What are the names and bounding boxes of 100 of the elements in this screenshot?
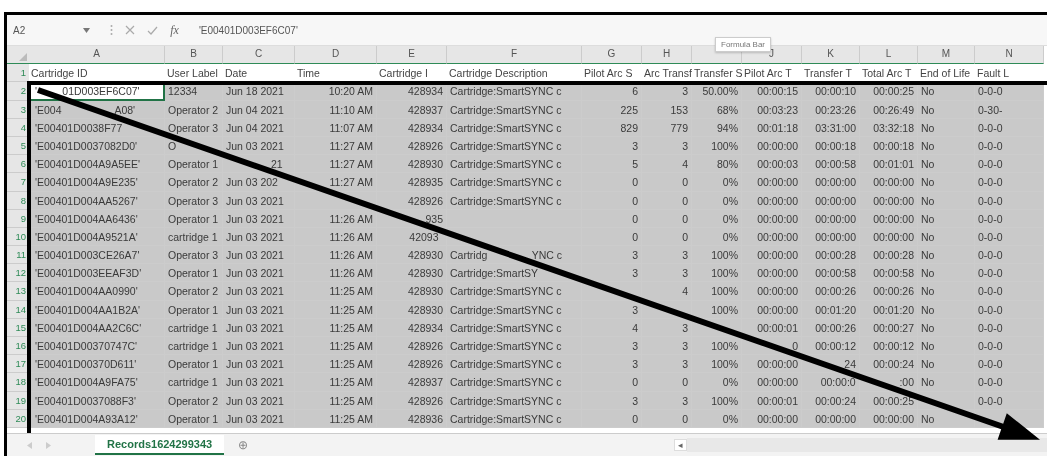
table-cell: 00:00:58: [802, 155, 860, 174]
table-cell: 100%: [692, 337, 742, 356]
table-cell: 0-0-0: [975, 264, 1044, 283]
cell-text: 'E004: [35, 103, 62, 116]
table-cell: 3: [582, 355, 642, 374]
cell-text: 935: [425, 212, 443, 225]
row-header[interactable]: 11: [7, 246, 29, 265]
scroll-left-button[interactable]: ◂: [674, 439, 687, 451]
cell-text: ': [35, 85, 37, 98]
cell-text: 01D003EF6C07': [62, 84, 140, 100]
table-cell: 0: [642, 373, 692, 392]
table-cell: 00:00:00: [802, 173, 860, 192]
column-header[interactable]: L: [860, 46, 918, 65]
horizontal-scrollbar[interactable]: [687, 438, 1047, 452]
table-cell: 11:26 AM: [295, 246, 377, 265]
table-cell: 0-0-0: [975, 355, 1044, 374]
formula-field[interactable]: 'E00401D003EF6C07': [190, 24, 1047, 36]
table-cell: Cartridge:SmartSYNC c: [447, 355, 582, 374]
table-cell: Operator 1: [165, 264, 223, 283]
column-header[interactable]: B: [165, 46, 223, 65]
table-cell: 11:27 AM: [295, 155, 377, 174]
new-sheet-button[interactable]: ⊕: [238, 438, 249, 452]
table-cell: 00:00:58: [860, 264, 918, 283]
table-cell: Operator 1: [165, 355, 223, 374]
column-header[interactable]: N: [975, 46, 1044, 65]
row-header[interactable]: 17: [7, 355, 29, 374]
table-cell: cartridge 1: [165, 337, 223, 356]
table-cell: 0-0-0: [975, 173, 1044, 192]
table-cell: 3: [642, 337, 692, 356]
table-cell: 00:00:24: [860, 355, 918, 374]
table-cell: 'E00401D004AA0990': [29, 282, 165, 301]
name-box[interactable]: A2: [13, 24, 99, 36]
grip-icon: [110, 24, 114, 36]
table-cell: 00:00:00: [742, 373, 802, 392]
table-cell: 11:25 AM: [295, 355, 377, 374]
table-cell: 11:25 AM: [295, 373, 377, 392]
cell-text: A08': [114, 102, 136, 118]
table-cell: 0-0-0: [975, 282, 1044, 301]
table-cell: 4: [642, 282, 692, 301]
table-cell: 'E00401D004A9E235': [29, 173, 165, 192]
table-cell: 11:25 AM: [295, 282, 377, 301]
table-cell: Cartridge:SmartSYNC c: [447, 173, 582, 192]
table-cell: 00:00:00: [742, 264, 802, 283]
cell-text: Cartridge:SmartSY: [450, 267, 539, 280]
cancel-icon[interactable]: [125, 25, 136, 35]
table-cell: 428935: [377, 173, 447, 192]
table-cell: 428930: [377, 155, 447, 174]
table-cell: 'E00401D004A9FA75': [29, 373, 165, 392]
column-header[interactable]: A: [29, 46, 165, 65]
table-cell: 00:00:03: [742, 155, 802, 174]
table-cell: Jun 03 2021: [223, 355, 295, 374]
table-cell: Operator 2: [165, 282, 223, 301]
column-header[interactable]: H: [642, 46, 692, 65]
row-header[interactable]: 6: [7, 155, 29, 174]
check-icon[interactable]: [147, 25, 159, 35]
row-header[interactable]: 18: [7, 373, 29, 392]
column-header[interactable]: C: [223, 46, 295, 65]
table-cell: 'E00401D003EEAF3D': [29, 264, 165, 283]
table-cell: Cartridge:SmartSYNC c: [447, 282, 582, 301]
column-header[interactable]: K: [802, 46, 860, 65]
cell-text: 42093: [409, 229, 439, 245]
table-cell: No: [918, 337, 975, 356]
row-header[interactable]: 12: [7, 264, 29, 283]
table-cell: 00:00:00: [742, 246, 802, 265]
table-cell: 00:00:00: [742, 355, 802, 374]
row-header[interactable]: 7: [7, 173, 29, 192]
select-all-button[interactable]: [7, 46, 29, 65]
table-cell: Operator 2: [165, 173, 223, 192]
row-header[interactable]: 13: [7, 282, 29, 301]
table-cell: Jun 03 2021: [223, 337, 295, 356]
table-cell: 3: [582, 246, 642, 265]
column-header[interactable]: E: [377, 46, 447, 65]
table-cell: 100%: [692, 264, 742, 283]
row-header[interactable]: 1: [7, 64, 29, 83]
table-cell: 00:00:26: [802, 282, 860, 301]
previous-sheet-icon[interactable]: [27, 441, 32, 449]
table-cell: Jun 03 2021: [223, 373, 295, 392]
table-cell: 0%: [692, 373, 742, 392]
table-cell: 428926: [377, 337, 447, 356]
table-cell: 3: [642, 246, 692, 265]
row-header[interactable]: 16: [7, 337, 29, 356]
table-cell: 428937: [377, 373, 447, 392]
tooltip: Formula Bar: [715, 37, 771, 52]
table-cell: Jun 03 2021: [223, 264, 295, 283]
table-cell: 11:25 AM: [295, 337, 377, 356]
table-cell: 00:00:26: [860, 282, 918, 301]
table-cell: 5: [582, 155, 642, 174]
table-cell: 100%: [692, 246, 742, 265]
next-sheet-icon[interactable]: [46, 441, 51, 449]
sheet-tab[interactable]: Records1624299343: [95, 435, 225, 455]
function-button[interactable]: fx: [170, 22, 179, 38]
column-header[interactable]: F: [447, 46, 582, 65]
table-cell: 428930: [377, 246, 447, 265]
table-cell: No: [918, 355, 975, 374]
column-header[interactable]: D: [295, 46, 377, 65]
table-cell: 3: [642, 355, 692, 374]
table-cell: No: [918, 282, 975, 301]
row-header[interactable]: 2: [7, 82, 29, 101]
column-header[interactable]: M: [918, 46, 975, 65]
column-header[interactable]: G: [582, 46, 642, 65]
